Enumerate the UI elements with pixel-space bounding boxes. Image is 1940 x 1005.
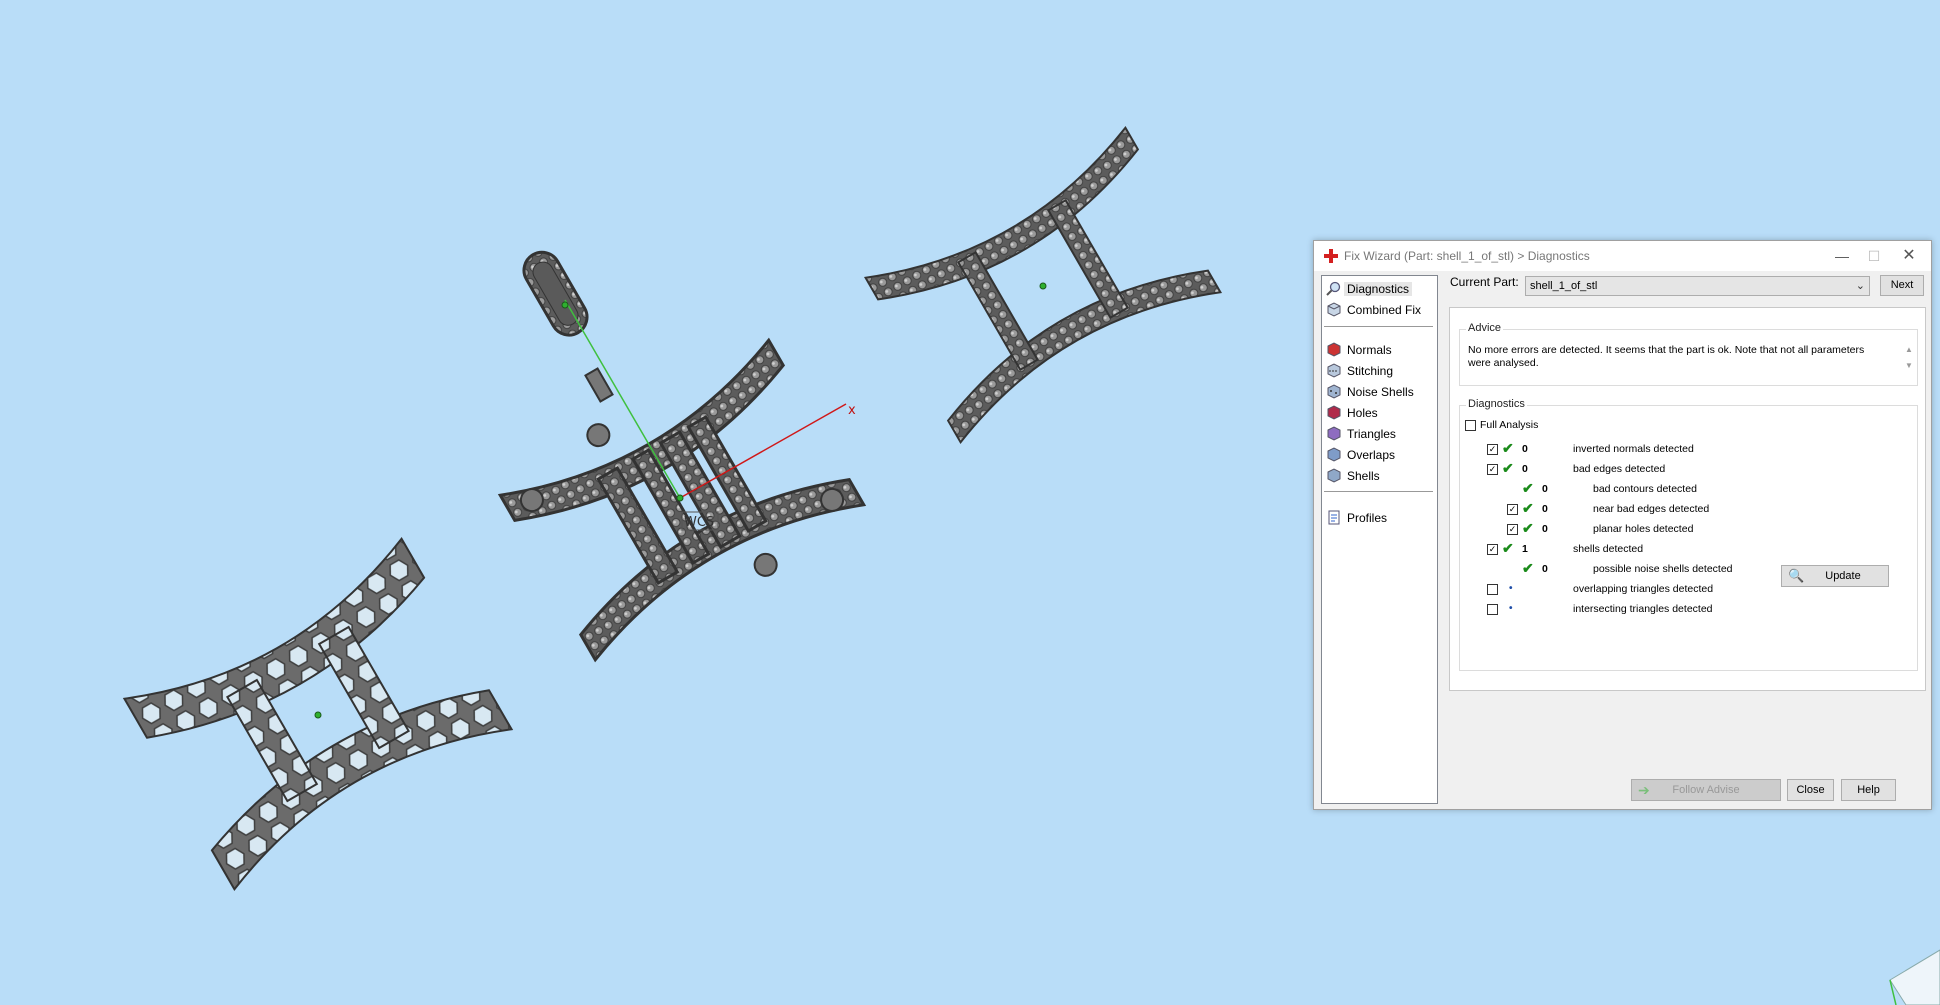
pivot-marker [1039,282,1047,290]
diag-count: 0 [1522,463,1528,475]
diag-count: 0 [1522,443,1528,455]
ok-check-icon: ✔ [1522,520,1534,536]
maximize-button[interactable]: ☐ [1859,245,1889,267]
view-cube-widget[interactable] [1876,920,1940,1005]
diag-count: 1 [1522,543,1528,555]
current-part-label: Current Part: [1450,275,1519,289]
update-label: Update [1825,570,1861,582]
overlaps-icon [1327,447,1341,462]
red-cross-icon [1324,249,1338,263]
follow-advice-button[interactable]: ➔ Follow Advise [1631,779,1781,801]
row-checkbox[interactable]: ✓ [1487,444,1498,455]
minimize-button[interactable]: — [1827,245,1857,267]
diag-label: intersecting triangles detected [1573,603,1713,615]
diag-row-bad-contours: ✔ 0 bad contours detected [1507,480,1927,499]
row-checkbox[interactable]: ✓ [1507,524,1518,535]
axis-origin-marker [561,301,569,309]
sidebar-item-diagnostics[interactable]: Diagnostics [1326,280,1434,298]
sidebar-item-overlaps[interactable]: Overlaps [1326,446,1434,464]
diagnostics-panel: Advice No more errors are detected. It s… [1449,307,1926,691]
diag-label: near bad edges detected [1593,503,1710,515]
diag-label: possible noise shells detected [1593,563,1733,575]
next-button[interactable]: Next [1880,275,1924,296]
diagnostics-group: Diagnostics Full Analysis ✓ ✔ 0 inverted… [1459,398,1918,671]
ok-check-icon: ✔ [1522,560,1534,576]
ok-check-icon: ✔ [1522,480,1534,496]
axis-origin-marker [676,494,684,502]
update-button[interactable]: 🔍 Update [1781,565,1889,587]
holes-icon [1327,405,1341,420]
diag-count: 0 [1542,523,1548,535]
fix-wizard-dialog: Fix Wizard (Part: shell_1_of_stl) > Diag… [1313,240,1932,810]
pivot-marker [314,711,322,719]
advice-text: No more errors are detected. It seems th… [1468,344,1865,369]
sidebar-item-profiles[interactable]: Profiles [1326,509,1434,527]
diag-row-planar-holes: ✓ ✔ 0 planar holes detected [1507,520,1927,539]
diag-label: shells detected [1573,543,1644,555]
diag-label: bad contours detected [1593,483,1697,495]
diag-label: inverted normals detected [1573,443,1694,455]
row-checkbox[interactable]: ✓ [1487,544,1498,555]
sidebar-item-stitching[interactable]: Stitching [1326,362,1434,380]
pending-dot: • [1509,583,1513,594]
full-analysis-label: Full Analysis [1480,419,1539,431]
advice-group: Advice No more errors are detected. It s… [1459,322,1918,386]
magnifier-icon [1326,281,1341,296]
sidebar-divider [1324,326,1433,327]
arrow-right-icon: ➔ [1638,782,1650,798]
diag-row-inverted-normals: ✓ ✔ 0 inverted normals detected [1487,440,1907,459]
cube-icon [1327,302,1341,317]
advice-scrollbar[interactable]: ▲ ▼ [1903,342,1915,382]
current-part-select[interactable]: shell_1_of_stl ⌄ [1525,276,1870,296]
diag-row-bad-edges: ✓ ✔ 0 bad edges detected [1487,460,1907,479]
advice-title: Advice [1466,322,1504,334]
gemini-pendant-center[interactable] [493,246,870,672]
diag-label: bad edges detected [1573,463,1666,475]
sidebar-item-shells[interactable]: Shells [1326,467,1434,485]
diag-label: planar holes detected [1593,523,1694,535]
profiles-icon [1328,510,1340,525]
ok-check-icon: ✔ [1522,500,1534,516]
wizard-sidebar: Diagnostics Combined Fix Normals Stitchi… [1321,275,1438,804]
diag-count: 0 [1542,563,1548,575]
dialog-title: Fix Wizard (Part: shell_1_of_stl) > Diag… [1344,249,1590,263]
stitching-icon [1327,363,1341,378]
normals-icon [1327,342,1341,357]
shells-icon [1327,468,1341,483]
row-checkbox[interactable]: ✓ [1487,464,1498,475]
diagnostics-title: Diagnostics [1466,398,1527,410]
sidebar-item-combined-fix[interactable]: Combined Fix [1326,301,1434,319]
current-part-value: shell_1_of_stl [1530,280,1598,292]
diag-row-shells: ✓ ✔ 1 shells detected [1487,540,1907,559]
full-analysis-option[interactable]: Full Analysis [1465,417,1885,435]
full-analysis-checkbox[interactable] [1465,420,1476,431]
diag-count: 0 [1542,503,1548,515]
chevron-down-icon: ⌄ [1855,280,1865,292]
pending-dot: • [1509,603,1513,614]
diag-row-near-bad-edges: ✓ ✔ 0 near bad edges detected [1507,500,1927,519]
sidebar-divider [1324,491,1433,492]
wcs-label: WCS [684,515,714,530]
sidebar-item-noise-shells[interactable]: Noise Shells [1326,383,1434,401]
help-button[interactable]: Help [1841,779,1896,801]
triangles-icon [1327,426,1341,441]
diag-label: overlapping triangles detected [1573,583,1714,595]
row-checkbox[interactable] [1487,604,1498,615]
row-checkbox[interactable]: ✓ [1507,504,1518,515]
x-axis-label: x [848,403,856,418]
ok-check-icon: ✔ [1502,440,1514,456]
close-button[interactable]: Close [1787,779,1834,801]
close-window-button[interactable]: ✕ [1894,245,1924,267]
ok-check-icon: ✔ [1502,540,1514,556]
sidebar-item-normals[interactable]: Normals [1326,341,1434,359]
noise-shells-icon [1327,384,1341,399]
follow-advice-label: Follow Advise [1672,784,1740,796]
sidebar-item-triangles[interactable]: Triangles [1326,425,1434,443]
dialog-titlebar[interactable]: Fix Wizard (Part: shell_1_of_stl) > Diag… [1314,241,1931,271]
sidebar-item-holes[interactable]: Holes [1326,404,1434,422]
diag-row-intersecting-triangles: • intersecting triangles detected [1487,601,1907,619]
ok-check-icon: ✔ [1502,460,1514,476]
row-checkbox[interactable] [1487,584,1498,595]
diag-count: 0 [1542,483,1548,495]
